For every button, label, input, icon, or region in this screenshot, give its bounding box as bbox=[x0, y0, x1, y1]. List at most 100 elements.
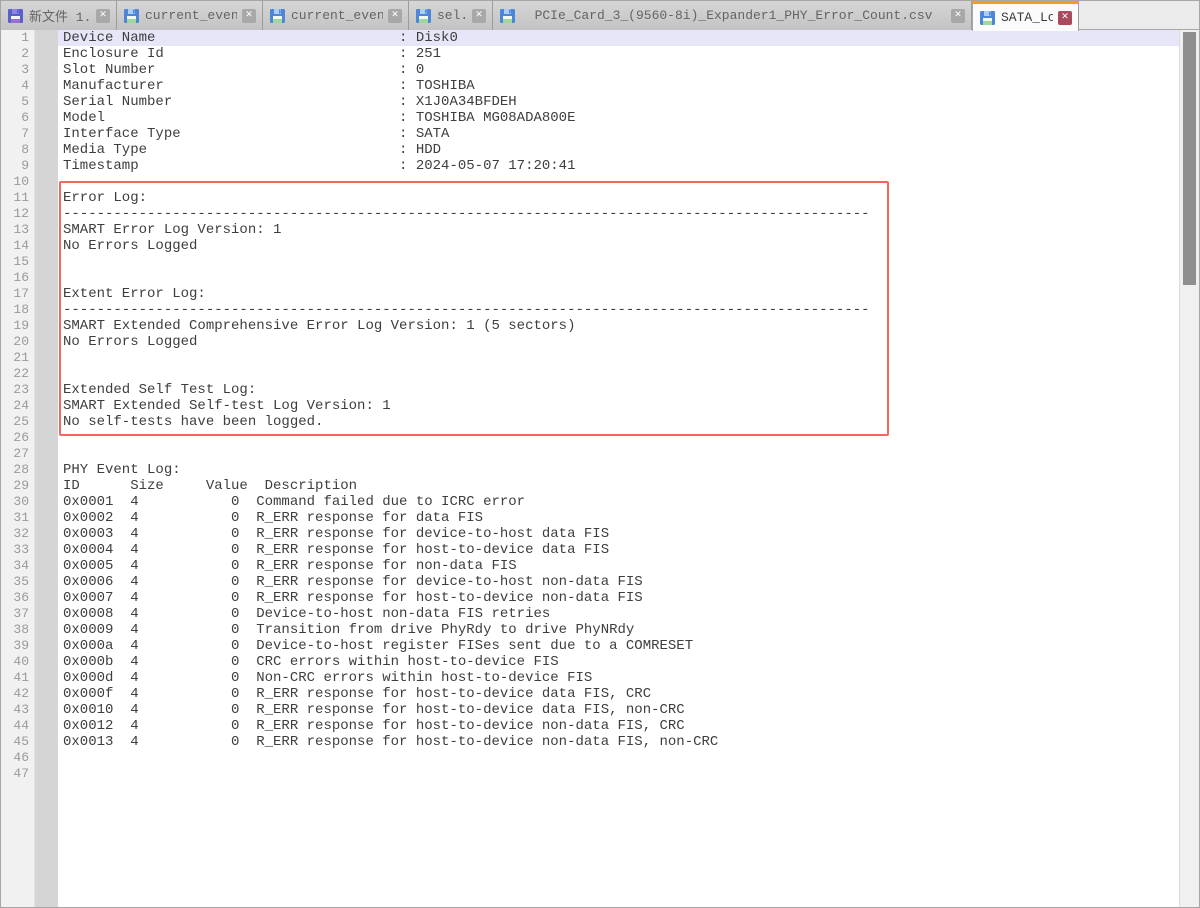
code-line bbox=[58, 750, 1179, 766]
line-number: 30 bbox=[1, 494, 34, 510]
line-number: 25 bbox=[1, 414, 34, 430]
code-line: Error Log: bbox=[58, 190, 1179, 206]
code-line: Enclosure Id : 251 bbox=[58, 46, 1179, 62]
line-number: 26 bbox=[1, 430, 34, 446]
floppy-disk-saved-icon bbox=[979, 10, 996, 26]
editor-area[interactable]: 1234567891011121314151617181920212223242… bbox=[1, 30, 1199, 907]
close-icon[interactable]: ✕ bbox=[96, 9, 110, 23]
code-line: ID Size Value Description bbox=[58, 478, 1179, 494]
tab-label: current_event.txt bbox=[145, 8, 237, 23]
line-number: 45 bbox=[1, 734, 34, 750]
line-number-gutter: 1234567891011121314151617181920212223242… bbox=[1, 30, 34, 907]
fold-margin bbox=[34, 30, 58, 907]
line-number: 44 bbox=[1, 718, 34, 734]
tab-4[interactable]: PCIe_Card_3_(9560-8i)_Expander1_PHY_Erro… bbox=[493, 1, 972, 30]
line-number: 7 bbox=[1, 126, 34, 142]
code-line: 0x000f 4 0 R_ERR response for host-to-de… bbox=[58, 686, 1179, 702]
code-line: No self-tests have been logged. bbox=[58, 414, 1179, 430]
close-icon[interactable]: ✕ bbox=[472, 9, 486, 23]
tab-active-5[interactable]: SATA_Log ✕ bbox=[972, 1, 1079, 31]
line-number: 20 bbox=[1, 334, 34, 350]
line-number: 5 bbox=[1, 94, 34, 110]
code-line: 0x0002 4 0 R_ERR response for data FIS bbox=[58, 510, 1179, 526]
tab-label: current_event.txt bbox=[291, 8, 383, 23]
close-icon[interactable]: ✕ bbox=[951, 9, 965, 23]
floppy-disk-saved-icon bbox=[269, 8, 286, 24]
line-number: 43 bbox=[1, 702, 34, 718]
line-number: 33 bbox=[1, 542, 34, 558]
tab-0[interactable]: 新文件 1.txt ✕ bbox=[1, 1, 117, 30]
floppy-disk-modified-icon bbox=[7, 8, 24, 24]
line-number: 36 bbox=[1, 590, 34, 606]
code-line: 0x0009 4 0 Transition from drive PhyRdy … bbox=[58, 622, 1179, 638]
code-line: Extended Self Test Log: bbox=[58, 382, 1179, 398]
code-line bbox=[58, 174, 1179, 190]
code-line: Slot Number : 0 bbox=[58, 62, 1179, 78]
code-line: ----------------------------------------… bbox=[58, 302, 1179, 318]
code-line bbox=[58, 270, 1179, 286]
vertical-scrollbar[interactable] bbox=[1179, 30, 1199, 907]
code-line bbox=[58, 766, 1179, 782]
line-number: 2 bbox=[1, 46, 34, 62]
code-line: Serial Number : X1J0A34BFDEH bbox=[58, 94, 1179, 110]
line-number: 47 bbox=[1, 766, 34, 782]
line-number: 21 bbox=[1, 350, 34, 366]
code-line: 0x0007 4 0 R_ERR response for host-to-de… bbox=[58, 590, 1179, 606]
floppy-disk-saved-icon bbox=[499, 8, 516, 24]
line-number: 17 bbox=[1, 286, 34, 302]
line-number: 32 bbox=[1, 526, 34, 542]
line-number: 23 bbox=[1, 382, 34, 398]
tab-2[interactable]: current_event.txt ✕ bbox=[263, 1, 409, 30]
code-line: SMART Error Log Version: 1 bbox=[58, 222, 1179, 238]
floppy-disk-saved-icon bbox=[123, 8, 140, 24]
line-number: 13 bbox=[1, 222, 34, 238]
tab-label: SATA_Log bbox=[1001, 10, 1053, 25]
line-number: 15 bbox=[1, 254, 34, 270]
line-number: 35 bbox=[1, 574, 34, 590]
line-number: 11 bbox=[1, 190, 34, 206]
code-line: 0x0008 4 0 Device-to-host non-data FIS r… bbox=[58, 606, 1179, 622]
code-line: Timestamp : 2024-05-07 17:20:41 bbox=[58, 158, 1179, 174]
tab-3[interactable]: sel.tar✕ bbox=[409, 1, 493, 30]
code-line bbox=[58, 254, 1179, 270]
close-icon[interactable]: ✕ bbox=[1058, 11, 1072, 25]
scrollbar-thumb[interactable] bbox=[1183, 32, 1196, 285]
line-number: 27 bbox=[1, 446, 34, 462]
code-line: PHY Event Log: bbox=[58, 462, 1179, 478]
line-number: 37 bbox=[1, 606, 34, 622]
line-number: 19 bbox=[1, 318, 34, 334]
text-content[interactable]: Device Name : Disk0Enclosure Id : 251Slo… bbox=[58, 30, 1179, 907]
code-line: 0x0012 4 0 R_ERR response for host-to-de… bbox=[58, 718, 1179, 734]
code-line: 0x000b 4 0 CRC errors within host-to-dev… bbox=[58, 654, 1179, 670]
code-line bbox=[58, 446, 1179, 462]
line-number: 16 bbox=[1, 270, 34, 286]
line-number: 24 bbox=[1, 398, 34, 414]
close-icon[interactable]: ✕ bbox=[242, 9, 256, 23]
floppy-disk-saved-icon bbox=[415, 8, 432, 24]
line-number: 40 bbox=[1, 654, 34, 670]
line-number: 9 bbox=[1, 158, 34, 174]
code-line: No Errors Logged bbox=[58, 334, 1179, 350]
close-icon[interactable]: ✕ bbox=[388, 9, 402, 23]
code-line: 0x0001 4 0 Command failed due to ICRC er… bbox=[58, 494, 1179, 510]
line-number: 29 bbox=[1, 478, 34, 494]
line-number: 31 bbox=[1, 510, 34, 526]
code-line: SMART Extended Self-test Log Version: 1 bbox=[58, 398, 1179, 414]
line-number: 14 bbox=[1, 238, 34, 254]
line-number: 39 bbox=[1, 638, 34, 654]
code-line: 0x0013 4 0 R_ERR response for host-to-de… bbox=[58, 734, 1179, 750]
code-line: Manufacturer : TOSHIBA bbox=[58, 78, 1179, 94]
code-line: 0x0004 4 0 R_ERR response for host-to-de… bbox=[58, 542, 1179, 558]
line-number: 28 bbox=[1, 462, 34, 478]
tab-label: 新文件 1.txt bbox=[29, 6, 91, 25]
line-number: 46 bbox=[1, 750, 34, 766]
tab-1[interactable]: current_event.txt ✕ bbox=[117, 1, 263, 30]
line-number: 41 bbox=[1, 670, 34, 686]
tab-bar: 新文件 1.txt✕current_event.txt✕current_even… bbox=[1, 1, 1199, 30]
line-number: 6 bbox=[1, 110, 34, 126]
code-line: No Errors Logged bbox=[58, 238, 1179, 254]
code-line: Extent Error Log: bbox=[58, 286, 1179, 302]
line-number: 3 bbox=[1, 62, 34, 78]
code-line: Media Type : HDD bbox=[58, 142, 1179, 158]
code-line: Model : TOSHIBA MG08ADA800E bbox=[58, 110, 1179, 126]
